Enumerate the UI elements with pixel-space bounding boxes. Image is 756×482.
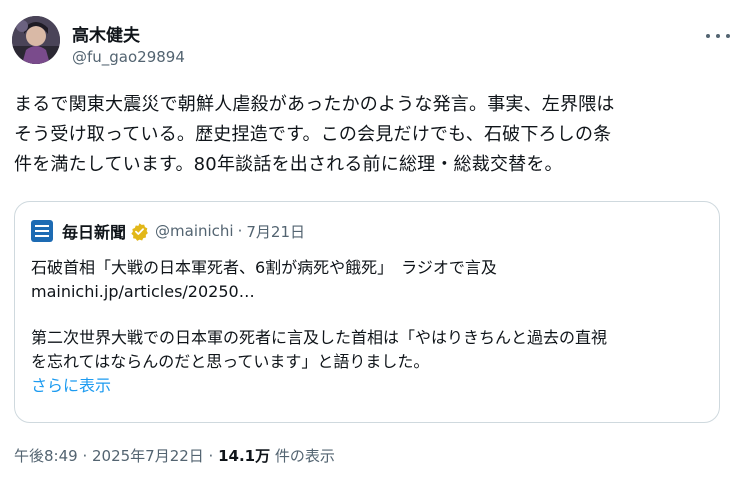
- quoted-display-name[interactable]: 毎日新聞: [62, 219, 126, 243]
- more-dot: [706, 34, 710, 38]
- tweet-text: まるで関東大震災で朝鮮人虐殺があったかのような発言。事実、左界隈は そう受け取っ…: [14, 90, 736, 180]
- quoted-tweet-card[interactable]: 毎日新聞 @mainichi · 7月21日 石破首相「大戦の日本軍死者、6割が…: [14, 201, 720, 423]
- avatar-image: [12, 16, 60, 64]
- tweet-text-line: まるで関東大震災で朝鮮人虐殺があったかのような発言。事実、左界隈は: [14, 94, 615, 115]
- tweet-header: 高木健夫 @fu_gao29894: [12, 14, 744, 74]
- logo-stroke: [35, 230, 49, 232]
- display-name[interactable]: 高木健夫: [72, 21, 140, 46]
- views-count: 14.1万: [218, 447, 271, 465]
- quoted-handle[interactable]: @mainichi: [155, 222, 234, 240]
- tweet-meta: 午後8:49 · 2025年7月22日 · 14.1万 件の表示: [14, 445, 335, 466]
- quoted-link[interactable]: mainichi.jp/articles/20250…: [31, 280, 711, 304]
- timestamp[interactable]: 午後8:49 · 2025年7月22日 ·: [14, 447, 218, 465]
- more-dot: [726, 34, 730, 38]
- logo-stroke: [35, 235, 49, 237]
- mainichi-logo-icon[interactable]: [31, 220, 53, 242]
- user-handle[interactable]: @fu_gao29894: [72, 48, 185, 66]
- more-dot: [716, 34, 720, 38]
- quoted-text-line: を忘れてはならんのだと思っています」と語りました。: [31, 352, 430, 371]
- quoted-date[interactable]: 7月21日: [246, 221, 305, 242]
- separator-dot: ·: [237, 222, 243, 240]
- quoted-tweet-header: 毎日新聞 @mainichi · 7月21日: [31, 219, 305, 243]
- quoted-tweet-body: 石破首相「大戦の日本軍死者、6割が病死や餓死」 ラジオで言及 mainichi.…: [31, 256, 711, 398]
- quoted-blank-line: [31, 304, 711, 326]
- tweet-text-line: 件を満たしています。80年談話を出される前に総理・総裁交替を。: [14, 154, 563, 175]
- verified-badge-icon: [131, 222, 148, 241]
- views-label: 件の表示: [270, 447, 335, 465]
- quoted-text-line: 第二次世界大戦での日本軍の死者に言及した首相は「やはりきちんと過去の直視: [31, 328, 608, 347]
- more-horizontal-icon[interactable]: [706, 28, 730, 44]
- tweet-text-line: そう受け取っている。歴史捏造です。この会見だけでも、石破下ろしの条: [14, 124, 612, 145]
- avatar[interactable]: [12, 16, 60, 64]
- show-more-link[interactable]: さらに表示: [31, 374, 711, 398]
- logo-stroke: [35, 225, 49, 227]
- quoted-text-line: 石破首相「大戦の日本軍死者、6割が病死や餓死」 ラジオで言及: [31, 258, 497, 277]
